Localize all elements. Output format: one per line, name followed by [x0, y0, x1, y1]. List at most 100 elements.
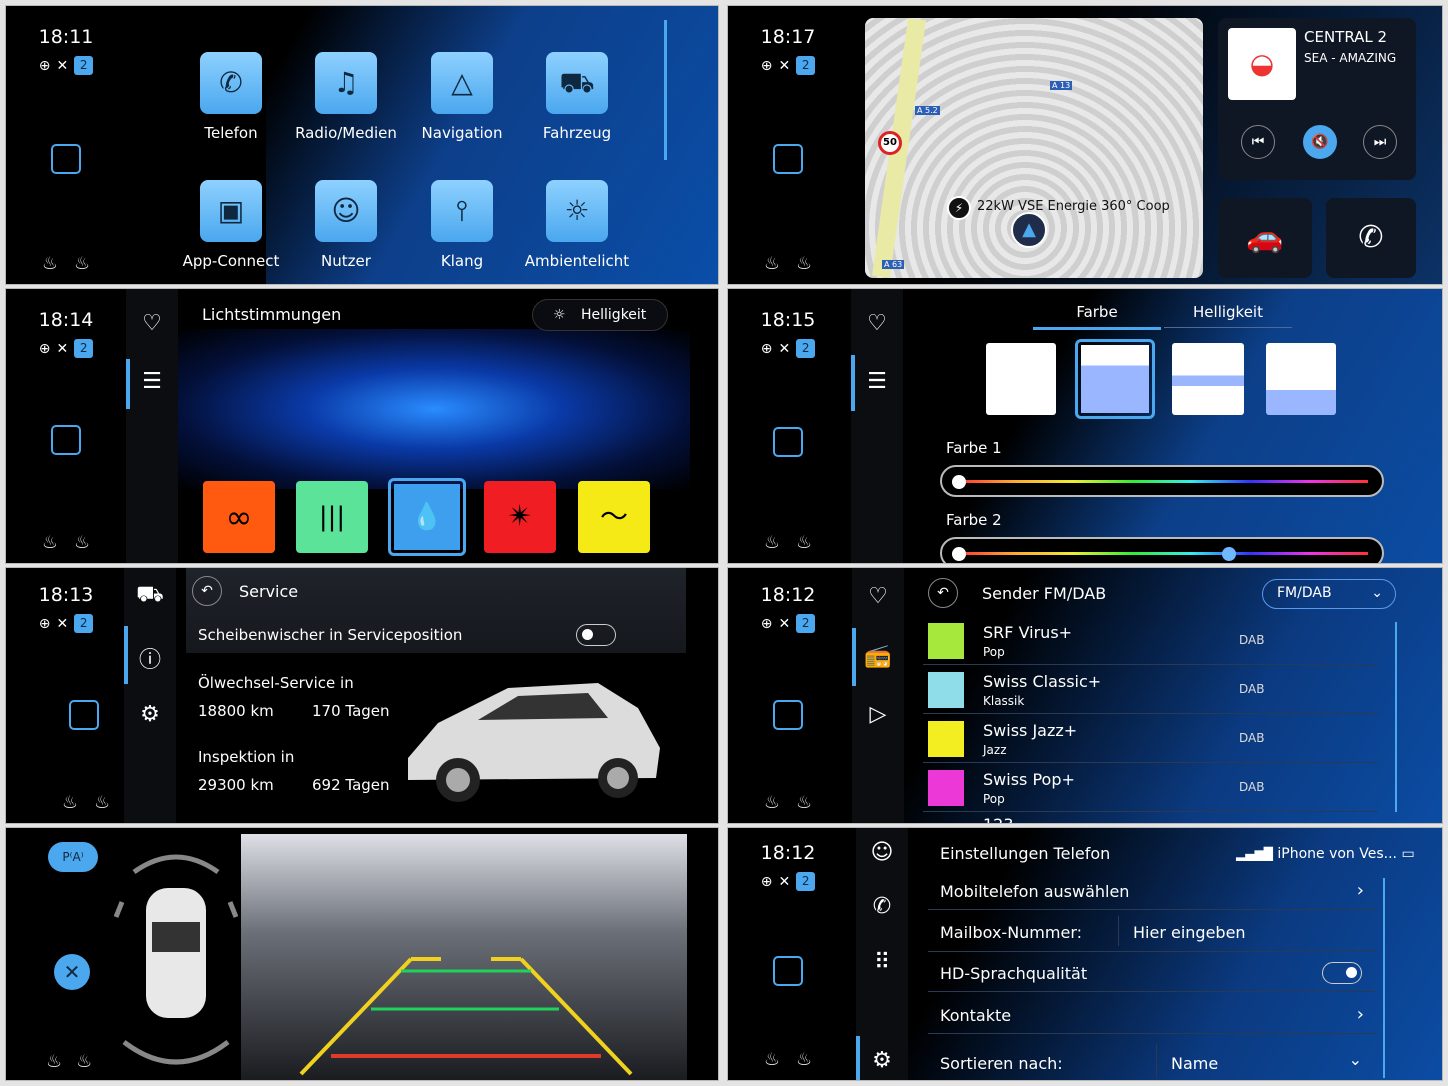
info-icon[interactable]: ⓘ [124, 642, 176, 674]
seat-heat-left-icon[interactable]: ♨ [764, 532, 780, 553]
home-button[interactable] [51, 425, 81, 455]
mute-icon[interactable]: 🔇 [1303, 125, 1337, 159]
list-item[interactable]: Swiss Jazz+ Jazz DAB [923, 715, 1378, 763]
scrollbar[interactable] [1395, 622, 1397, 812]
chevron-right-icon: › [1356, 1004, 1364, 1025]
band-dropdown[interactable]: FM/DAB ⌄ [1262, 579, 1396, 609]
app-connect-app-icon[interactable]: ▣ [200, 180, 262, 242]
radio-medien-app-icon[interactable]: ♫ [315, 52, 377, 114]
home-button[interactable] [773, 144, 803, 174]
home-button[interactable] [773, 956, 803, 986]
seat-heat-left-icon[interactable]: ♨ [764, 1049, 780, 1070]
mood-pulse-icon[interactable]: 〜 [578, 481, 650, 553]
wiper-toggle[interactable] [576, 624, 616, 646]
heart-icon[interactable]: ♡ [851, 311, 903, 336]
color-preset-band[interactable] [1172, 343, 1244, 415]
mood-waves-icon[interactable]: ||| [296, 481, 368, 553]
play-icon[interactable]: ▷ [852, 702, 904, 727]
sort-value[interactable]: Name [1171, 1054, 1218, 1073]
seat-heat-left-icon[interactable]: ♨ [62, 792, 78, 813]
list-item-mailbox[interactable]: Mailbox-Nummer: Hier eingeben [928, 912, 1376, 952]
scrollbar[interactable] [1383, 878, 1385, 1078]
seat-heat-left-icon[interactable]: ♨ [764, 253, 780, 274]
mood-sparkle-icon[interactable]: ✴ [484, 481, 556, 553]
settings-car-icon[interactable]: ⚙ [124, 702, 176, 727]
park-assist-button[interactable]: P⁽A⁾ [48, 842, 98, 872]
slider-knob-2[interactable] [1222, 547, 1236, 561]
color1-slider[interactable] [940, 465, 1384, 497]
klang-app-icon[interactable]: ⫯ [431, 180, 493, 242]
home-button[interactable] [773, 700, 803, 730]
call-icon[interactable]: ✆ [856, 894, 908, 919]
close-icon[interactable]: ✕ [54, 954, 90, 990]
fahrzeug-app-icon[interactable]: ⛟ [546, 52, 608, 114]
station-genre: Pop [983, 645, 1005, 659]
mood-infinity-icon[interactable]: ∞ [203, 481, 275, 553]
color2-slider[interactable] [940, 537, 1384, 563]
color-preset-bottom[interactable] [1266, 343, 1336, 415]
seat-heat-right-icon[interactable]: ♨ [74, 253, 90, 274]
telefon-app-icon[interactable]: ✆ [200, 52, 262, 114]
navigation-app-icon[interactable]: △ [431, 52, 493, 114]
nutzer-app-icon[interactable]: ☺ [315, 180, 377, 242]
car-icon[interactable]: ⛟ [124, 582, 176, 610]
seat-heat-right-icon[interactable]: ♨ [76, 1051, 92, 1072]
color-preset-selected[interactable] [1075, 339, 1155, 419]
station-name: CENTRAL 2 [1304, 28, 1388, 46]
slider-knob[interactable] [952, 475, 966, 489]
user-icon[interactable]: ☺ [856, 840, 908, 865]
list-item-hd-voice[interactable]: HD-Sprachqualität [928, 952, 1376, 992]
list-item-contacts[interactable]: Kontakte › [928, 994, 1376, 1034]
map[interactable]: 50 A 5.2 A 13 A 63 ⚡ 22kW VSE Energie 36… [865, 18, 1203, 278]
list-item[interactable]: Swiss Classic+ Klassik DAB [923, 666, 1378, 714]
seat-heat-left-icon[interactable]: ♨ [764, 792, 780, 813]
phone-widget[interactable]: ✆ [1326, 198, 1416, 278]
list-item[interactable]: SRF Virus+ Pop DAB [923, 617, 1378, 665]
keypad-icon[interactable]: ⠿ [856, 950, 908, 975]
color-preset-white[interactable] [986, 343, 1056, 415]
media-widget[interactable]: ◒ CENTRAL 2 SEA - AMAZING ⏮ 🔇 ⏭ [1218, 18, 1416, 180]
previous-icon[interactable]: ⏮ [1241, 125, 1275, 159]
seat-heat-left-icon[interactable]: ♨ [42, 253, 58, 274]
next-icon[interactable]: ⏭ [1363, 125, 1397, 159]
page-title: Lichtstimmungen [202, 305, 342, 324]
seat-heat-right-icon[interactable]: ♨ [74, 532, 90, 553]
hd-voice-toggle[interactable] [1322, 962, 1362, 984]
scrollbar[interactable] [664, 20, 667, 160]
poi-label: 22kW VSE Energie 360° Coop [977, 199, 1170, 214]
tab-helligkeit[interactable]: Helligkeit [1164, 303, 1292, 328]
mood-water-tile[interactable]: 💧 [388, 478, 466, 556]
slider-knob[interactable] [952, 547, 966, 561]
seat-heat-right-icon[interactable]: ♨ [796, 253, 812, 274]
back-icon[interactable]: ↶ [192, 576, 222, 606]
radio-icon[interactable]: 📻 [852, 644, 904, 669]
clock: 18:17 [760, 26, 816, 48]
seat-heat-right-icon[interactable]: ♨ [796, 532, 812, 553]
badge: 2 [796, 339, 816, 358]
brightness-button[interactable]: ☼ Helligkeit [532, 299, 668, 331]
heart-icon[interactable]: ♡ [852, 584, 904, 609]
charging-poi-icon[interactable]: ⚡ [947, 196, 971, 220]
list-item[interactable]: Swiss Pop+ Pop DAB [923, 764, 1378, 812]
heart-icon[interactable]: ♡ [126, 311, 178, 336]
list-item-sort[interactable]: Sortieren nach: Name ⌄ [928, 1038, 1376, 1080]
vehicle-widget[interactable]: 🚗 [1218, 198, 1312, 278]
gear-icon[interactable]: ⚙ [856, 1048, 908, 1073]
ambientelicht-app-icon[interactable]: ☼ [546, 180, 608, 242]
no-service-icon: ✕ [778, 340, 791, 357]
tab-farbe[interactable]: Farbe [1033, 303, 1161, 330]
home-button[interactable] [773, 427, 803, 457]
seat-heat-left-icon[interactable]: ♨ [46, 1051, 62, 1072]
home-button[interactable] [69, 700, 99, 730]
sliders-icon[interactable]: ☰ [851, 369, 903, 394]
sliders-icon[interactable]: ☰ [126, 369, 178, 394]
seat-heat-left-icon[interactable]: ♨ [42, 532, 58, 553]
chevron-down-icon: ⌄ [1371, 585, 1383, 601]
mailbox-input[interactable]: Hier eingeben [1133, 923, 1246, 942]
home-button[interactable] [51, 144, 81, 174]
seat-heat-right-icon[interactable]: ♨ [94, 792, 110, 813]
seat-heat-right-icon[interactable]: ♨ [796, 1049, 812, 1070]
back-icon[interactable]: ↶ [928, 578, 958, 608]
seat-heat-right-icon[interactable]: ♨ [796, 792, 812, 813]
list-item-select-phone[interactable]: Mobiltelefon auswählen › [928, 870, 1376, 910]
